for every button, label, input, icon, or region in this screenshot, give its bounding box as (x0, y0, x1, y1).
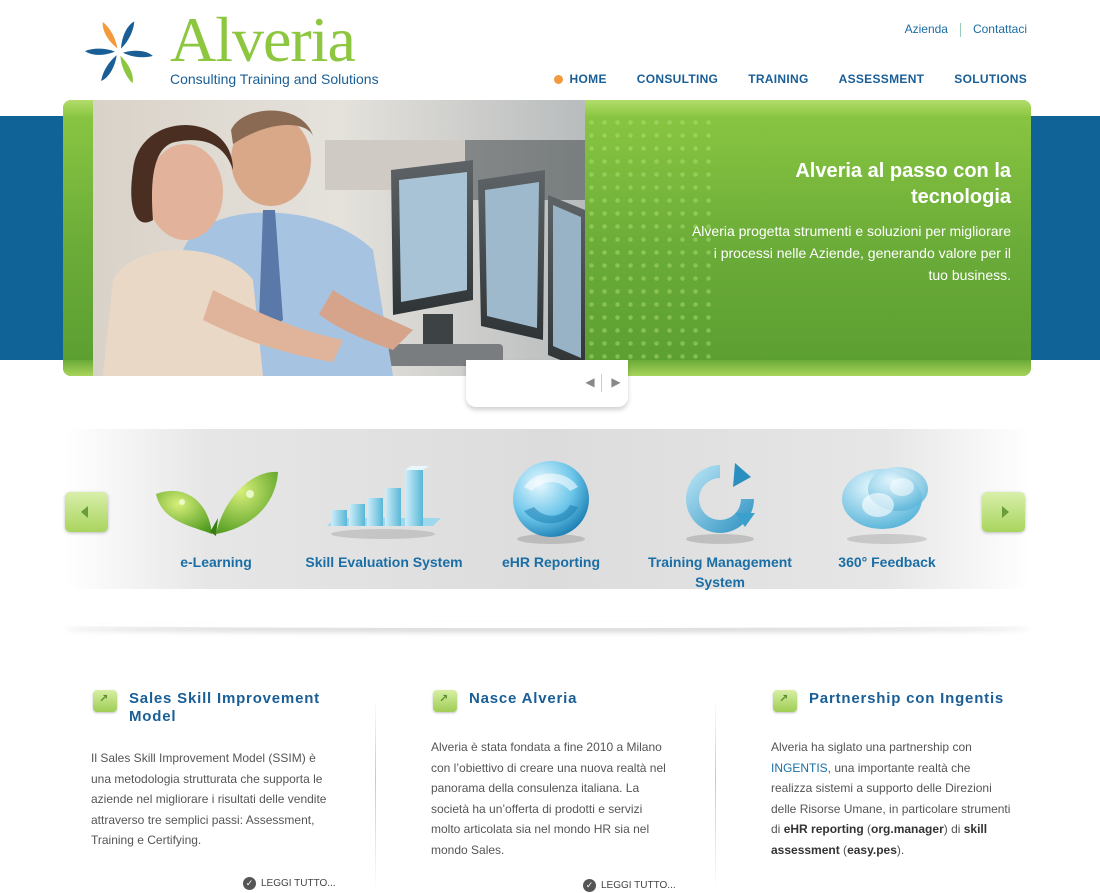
news-title[interactable]: Sales Skill Improvement Model (129, 690, 348, 726)
news-text: ). (896, 842, 905, 857)
nav-item-label: SOLUTIONS (954, 72, 1027, 86)
carousel-item-ehr-reporting[interactable]: eHR Reporting (466, 454, 636, 572)
nav-item-label: ASSESSMENT (838, 72, 925, 86)
read-more-link[interactable]: ✓ LEGGI TUTTO... (243, 877, 336, 890)
news-bold-text: org.manager (871, 822, 944, 836)
top-links: Azienda Contattaci (893, 22, 1027, 37)
carousel-item-label: Skill Evaluation System (305, 554, 463, 570)
triangle-right-icon (1002, 506, 1009, 518)
read-more-label: LEGGI TUTTO... (261, 878, 336, 889)
news-column-nasce-alveria: ↗ Nasce Alveria Alveria è stata fondata … (431, 690, 688, 892)
news-title[interactable]: Nasce Alveria (469, 690, 577, 708)
carousel-item-label: eHR Reporting (502, 554, 600, 570)
slider-controls: ◀ ▶ (466, 360, 628, 407)
news-text: ( (839, 842, 848, 857)
news-text: ( (863, 822, 872, 836)
carousel-next-button[interactable] (982, 492, 1025, 532)
hero-text: Alveria al passo con la tecnologia Alver… (691, 158, 1011, 286)
active-dot-icon (553, 74, 563, 84)
carousel-item-label: e-Learning (180, 554, 252, 570)
news-bold-text: easy.pes (847, 842, 897, 857)
news-text: ) di (943, 822, 964, 836)
hero-photo (93, 100, 585, 376)
cycle-icon (686, 462, 755, 544)
chevron-left-icon[interactable]: ◀ (583, 375, 597, 389)
triangle-left-icon (81, 506, 88, 518)
logo[interactable]: Alveria Consulting Training and Solution… (82, 8, 412, 92)
news-text: Alveria ha siglato una partnership con (771, 740, 972, 754)
news-title[interactable]: Partnership con Ingentis (809, 690, 1004, 708)
carousel-item-training-management[interactable]: Training Management System (635, 454, 805, 592)
carousel-shadow (64, 622, 1030, 628)
nav-item-label: TRAINING (748, 72, 809, 86)
news-column-partnership: ↗ Partnership con Ingentis Alveria ha si… (771, 690, 1028, 860)
carousel-item-skill-evaluation[interactable]: Skill Evaluation System (299, 454, 469, 572)
check-circle-icon: ✓ (583, 879, 596, 892)
news-body: Il Sales Skill Improvement Model (SSIM) … (91, 751, 327, 847)
carousel-prev-button[interactable] (65, 492, 108, 532)
arrow-badge-icon: ↗ (773, 690, 797, 712)
top-link-azienda[interactable]: Azienda (893, 22, 960, 37)
nav-item-solutions[interactable]: SOLUTIONS (954, 72, 1027, 86)
carousel-item-e-learning[interactable]: e-Learning (131, 454, 301, 572)
logo-tagline: Consulting Training and Solutions (170, 71, 379, 87)
read-more-link[interactable]: ✓ LEGGI TUTTO... (583, 879, 676, 892)
carousel-item-360-feedback[interactable]: 360° Feedback (802, 454, 972, 572)
feedback-icon (842, 466, 928, 544)
nav-item-assessment[interactable]: ASSESSMENT (839, 72, 925, 86)
slider-controls-divider (601, 374, 602, 392)
logo-wordmark: Alveria (170, 4, 356, 75)
column-divider (715, 700, 716, 893)
check-circle-icon: ✓ (243, 877, 256, 890)
nav-item-label: HOME (569, 72, 607, 86)
hero-title: Alveria al passo con la tecnologia (795, 160, 1011, 208)
carousel-item-label: Training Management System (648, 554, 792, 590)
top-link-contattaci[interactable]: Contattaci (961, 22, 1027, 37)
product-carousel: e-Learning Skill Evaluation System eHR R… (64, 429, 1030, 592)
nav-item-training[interactable]: TRAINING (748, 72, 808, 86)
news-column-ssim: ↗ Sales Skill Improvement Model Il Sales… (91, 690, 348, 890)
globe-icon (513, 460, 589, 544)
nav-item-label: CONSULTING (636, 72, 719, 86)
news-body: Alveria ha siglato una partnership con I… (771, 737, 1011, 860)
main-nav: HOME CONSULTING TRAINING ASSESSMENT SOLU… (524, 72, 1027, 86)
carousel-item-label: 360° Feedback (838, 554, 936, 570)
read-more-label: LEGGI TUTTO... (601, 880, 676, 891)
news-bold-text: eHR reporting (783, 822, 864, 836)
column-divider (375, 700, 376, 893)
arrow-badge-icon: ↗ (93, 690, 117, 712)
news-body: Alveria è stata fondata a fine 2010 a Mi… (431, 740, 666, 857)
nav-item-consulting[interactable]: CONSULTING (637, 72, 718, 86)
hero-slide: Alveria al passo con la tecnologia Alver… (63, 100, 1031, 376)
alveria-logo-mark-icon (84, 21, 153, 84)
hero-description: Alveria progetta strumenti e soluzioni p… (691, 223, 1011, 283)
arrow-badge-icon: ↗ (433, 690, 457, 712)
nav-item-home[interactable]: HOME (553, 72, 607, 86)
bar-chart-icon (327, 465, 441, 539)
leaf-icon (156, 471, 278, 536)
ingentis-link[interactable]: INGENTIS (771, 761, 828, 775)
chevron-right-icon[interactable]: ▶ (609, 375, 623, 389)
